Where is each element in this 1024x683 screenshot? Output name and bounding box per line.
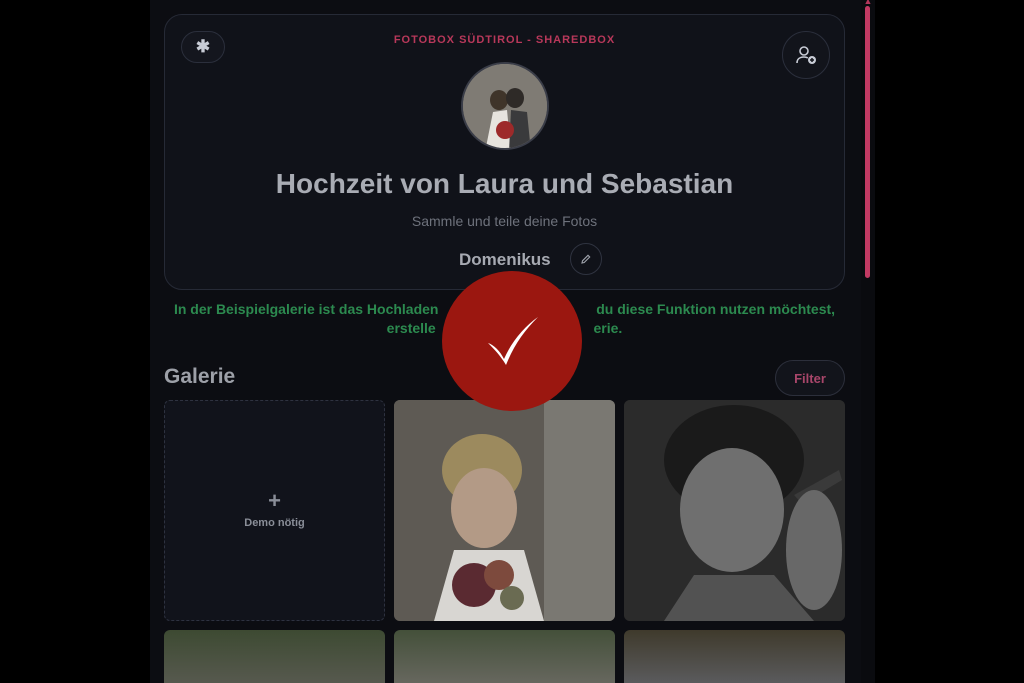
scroll-up-arrow-icon[interactable]: ▲ bbox=[863, 0, 873, 6]
gallery-photo[interactable] bbox=[394, 630, 615, 683]
gallery-photo[interactable] bbox=[624, 630, 845, 683]
upload-label: Demo nötig bbox=[244, 517, 305, 529]
notice-line1-left: In der Beispielgalerie ist das Hochladen bbox=[173, 301, 439, 317]
checkmark-badge bbox=[442, 271, 582, 411]
username: Domenikus bbox=[459, 250, 551, 269]
filter-button[interactable]: Filter bbox=[775, 360, 845, 396]
gallery-photo[interactable] bbox=[624, 400, 845, 621]
gallery-photo[interactable] bbox=[394, 400, 615, 621]
edit-name-button[interactable] bbox=[570, 243, 602, 275]
checkmark-icon bbox=[488, 317, 538, 365]
scroll-thumb[interactable] bbox=[865, 6, 870, 278]
plus-icon: + bbox=[268, 488, 281, 513]
event-avatar bbox=[461, 62, 549, 150]
user-plus-icon bbox=[796, 46, 816, 64]
gallery-photo[interactable] bbox=[164, 630, 385, 683]
pencil-icon bbox=[581, 254, 591, 264]
brand-label: FOTOBOX SÜDTIROL - SHAREDBOX bbox=[393, 34, 616, 46]
event-header-card: ✱ FOTOBOX SÜDTIROL - SHAREDBOX Hochzeit … bbox=[164, 14, 845, 290]
notice-line1-right: du diese Funktion nutzen möchtest, bbox=[596, 301, 836, 317]
gallery-title: Galerie bbox=[164, 365, 236, 388]
event-title: Hochzeit von Laura und Sebastian bbox=[275, 168, 734, 199]
upload-tile[interactable]: + Demo nötig bbox=[164, 400, 385, 621]
event-subtitle: Sammle und teile deine Fotos bbox=[411, 213, 598, 229]
notice-line2-left: erstelle bbox=[386, 320, 436, 336]
notice-line2-right: erie. bbox=[593, 320, 623, 336]
scrollbar[interactable]: ▲ bbox=[861, 0, 875, 683]
add-user-button[interactable] bbox=[782, 31, 830, 79]
